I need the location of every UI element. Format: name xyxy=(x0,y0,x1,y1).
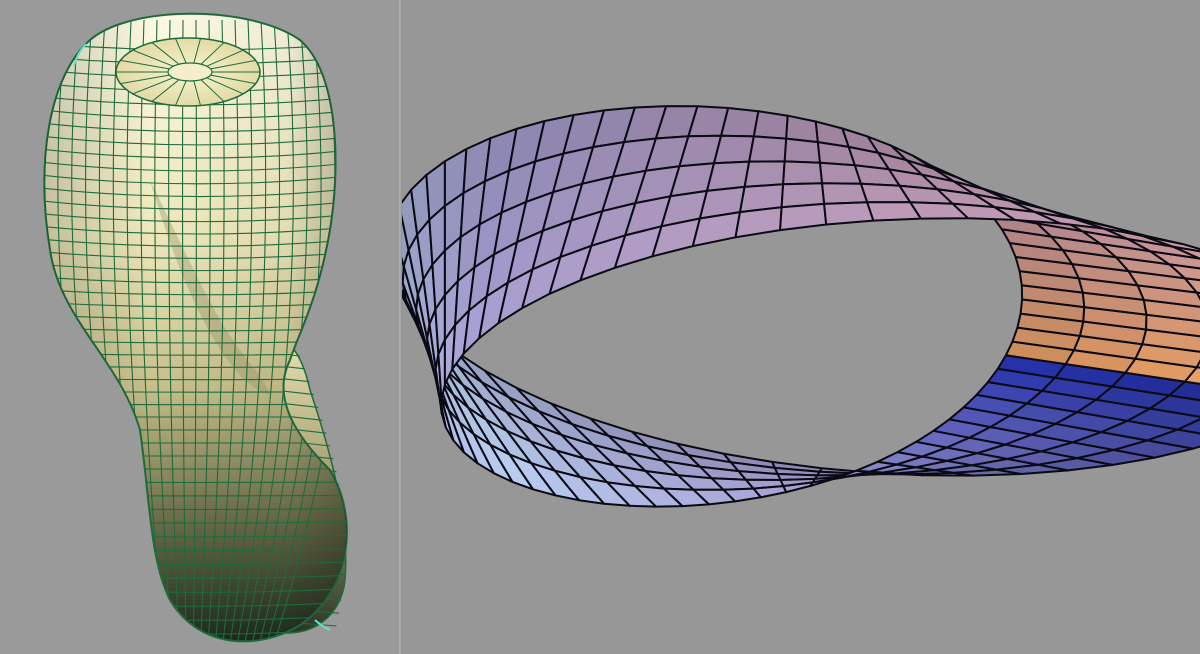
viewer xyxy=(0,0,1200,654)
mobius-face xyxy=(743,160,786,188)
mobius-strip-icon xyxy=(402,105,1200,508)
klein-bottle-icon xyxy=(43,12,348,643)
mobius-face xyxy=(821,182,869,205)
mobius-face xyxy=(818,161,862,185)
mobius-face xyxy=(823,201,875,226)
mobius-face xyxy=(720,107,760,138)
mobius-face xyxy=(783,137,821,164)
mobius-face xyxy=(779,202,828,232)
mobius-face xyxy=(752,110,789,140)
mobius-strip-panel xyxy=(402,0,1200,654)
mobius-face xyxy=(734,206,783,239)
klein-bottle-panel xyxy=(0,0,398,654)
mobius-face xyxy=(866,201,922,222)
mobius-face xyxy=(782,160,823,186)
klein-grid-ring xyxy=(44,481,347,484)
mobius-face xyxy=(713,134,755,165)
mobius-face xyxy=(748,135,788,163)
